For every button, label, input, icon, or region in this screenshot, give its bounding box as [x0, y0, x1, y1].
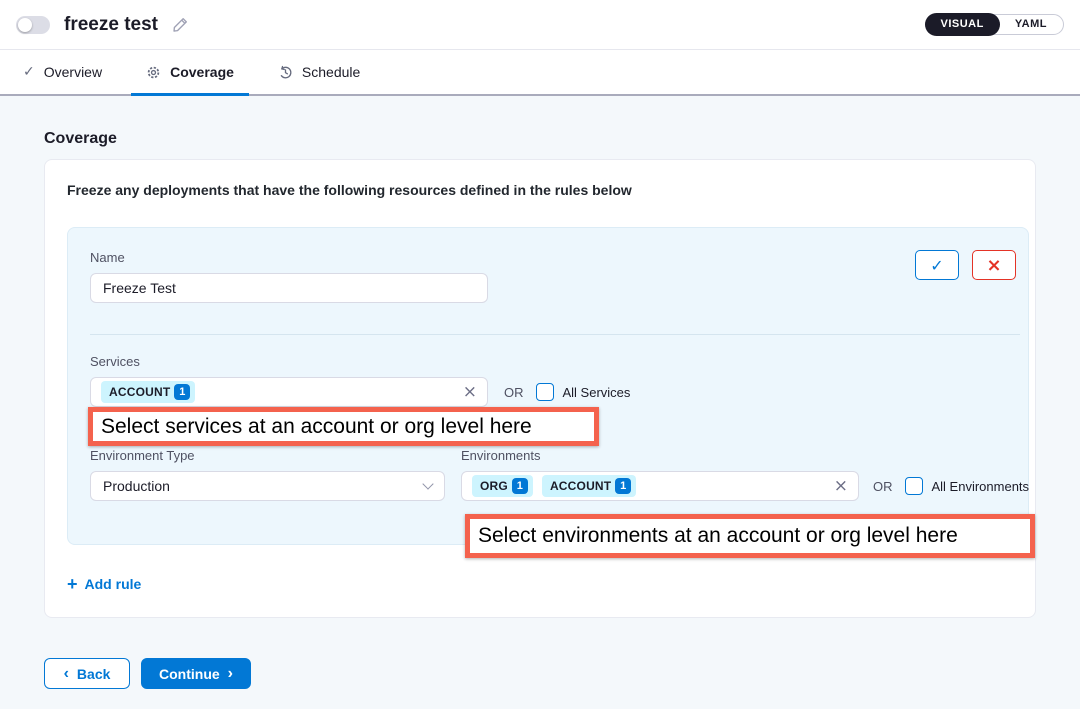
- rule-name-row: Name ✓ ×: [90, 250, 1020, 303]
- pencil-icon: [171, 16, 189, 34]
- tab-coverage-label: Coverage: [170, 64, 234, 80]
- check-icon: ✓: [930, 256, 943, 275]
- all-environments-checkbox[interactable]: [905, 477, 923, 495]
- toggle-knob-icon: [18, 18, 32, 32]
- freeze-window: freeze test VISUAL YAML ✓ Overview: [0, 0, 1080, 709]
- footer-buttons: ‹ Back Continue ›: [44, 658, 1036, 689]
- clear-services-icon[interactable]: ×: [463, 384, 477, 401]
- close-icon: ×: [986, 255, 1001, 276]
- services-annotation-callout: Select services at an account or org lev…: [88, 407, 599, 446]
- coverage-description: Freeze any deployments that have the fol…: [67, 182, 1029, 198]
- environments-field-group: Environments ORG 1 ACCOUNT 1 ×: [461, 448, 859, 501]
- environments-or-label: OR: [873, 479, 893, 494]
- environment-type-select[interactable]: Production: [90, 471, 445, 501]
- confirm-rule-button[interactable]: ✓: [915, 250, 959, 280]
- yaml-mode-button[interactable]: YAML: [999, 14, 1063, 35]
- all-services-label: All Services: [563, 385, 631, 400]
- tag-label: ORG: [480, 479, 508, 493]
- rule-name-input[interactable]: [90, 273, 488, 303]
- tag-count-badge: 1: [615, 478, 631, 494]
- services-tag-account[interactable]: ACCOUNT 1: [101, 381, 195, 403]
- edit-title-button[interactable]: [171, 16, 189, 34]
- tab-coverage[interactable]: Coverage: [131, 50, 249, 94]
- chevron-left-icon: ‹: [64, 666, 69, 682]
- tab-schedule[interactable]: Schedule: [263, 50, 375, 94]
- rule-divider: [90, 334, 1020, 335]
- services-multiselect[interactable]: ACCOUNT 1 ×: [90, 377, 488, 407]
- tag-label: ACCOUNT: [550, 479, 611, 493]
- services-or-label: OR: [504, 385, 524, 400]
- chevron-down-icon: [422, 478, 433, 489]
- history-clock-icon: [278, 65, 293, 80]
- check-icon: ✓: [23, 64, 35, 80]
- all-environments-label: All Environments: [932, 479, 1030, 494]
- all-environments-cluster: OR All Environments: [873, 471, 1029, 501]
- freeze-title: freeze test: [64, 14, 158, 36]
- back-label: Back: [77, 666, 110, 682]
- tag-label: ACCOUNT: [109, 385, 170, 399]
- tab-overview-label: Overview: [44, 64, 102, 80]
- gear-icon: [146, 65, 161, 80]
- rule-action-buttons: ✓ ×: [915, 250, 1016, 280]
- coverage-heading: Coverage: [44, 130, 1036, 148]
- continue-button[interactable]: Continue ›: [141, 658, 251, 689]
- back-button[interactable]: ‹ Back: [44, 658, 130, 689]
- environment-type-label: Environment Type: [90, 448, 445, 463]
- name-label: Name: [90, 250, 488, 265]
- top-bar: freeze test VISUAL YAML: [0, 0, 1080, 50]
- plus-icon: +: [67, 576, 78, 592]
- tag-count-badge: 1: [512, 478, 528, 494]
- visual-yaml-toggle: VISUAL YAML: [925, 14, 1065, 35]
- name-field-group: Name: [90, 250, 488, 303]
- all-services-checkbox[interactable]: [536, 383, 554, 401]
- chevron-right-icon: ›: [228, 666, 233, 682]
- environment-type-value: Production: [103, 478, 170, 494]
- freeze-rule-card: Name ✓ × Serv: [67, 227, 1029, 545]
- add-rule-label: Add rule: [85, 576, 142, 592]
- visual-mode-button[interactable]: VISUAL: [925, 13, 1000, 36]
- freeze-enabled-toggle[interactable]: [16, 16, 50, 34]
- environments-tag-account[interactable]: ACCOUNT 1: [542, 475, 636, 497]
- environments-row: Environment Type Production Environments…: [90, 448, 1020, 501]
- clear-environments-icon[interactable]: ×: [834, 478, 848, 495]
- tag-count-badge: 1: [174, 384, 190, 400]
- environment-type-field-group: Environment Type Production: [90, 448, 445, 501]
- services-row: Services ACCOUNT 1 × OR All Services: [90, 354, 1020, 407]
- environments-multiselect[interactable]: ORG 1 ACCOUNT 1 ×: [461, 471, 859, 501]
- all-services-cluster: OR All Services: [504, 377, 630, 407]
- tab-bar: ✓ Overview Coverage Schedule: [0, 50, 1080, 96]
- environments-label: Environments: [461, 448, 859, 463]
- add-rule-button[interactable]: + Add rule: [67, 576, 141, 592]
- tab-overview[interactable]: ✓ Overview: [8, 50, 117, 94]
- services-label: Services: [90, 354, 488, 369]
- environments-annotation-callout: Select environments at an account or org…: [465, 514, 1035, 558]
- continue-label: Continue: [159, 666, 220, 682]
- environments-tag-org[interactable]: ORG 1: [472, 475, 533, 497]
- services-field-group: Services ACCOUNT 1 ×: [90, 354, 488, 407]
- tab-schedule-label: Schedule: [302, 64, 360, 80]
- cancel-rule-button[interactable]: ×: [972, 250, 1016, 280]
